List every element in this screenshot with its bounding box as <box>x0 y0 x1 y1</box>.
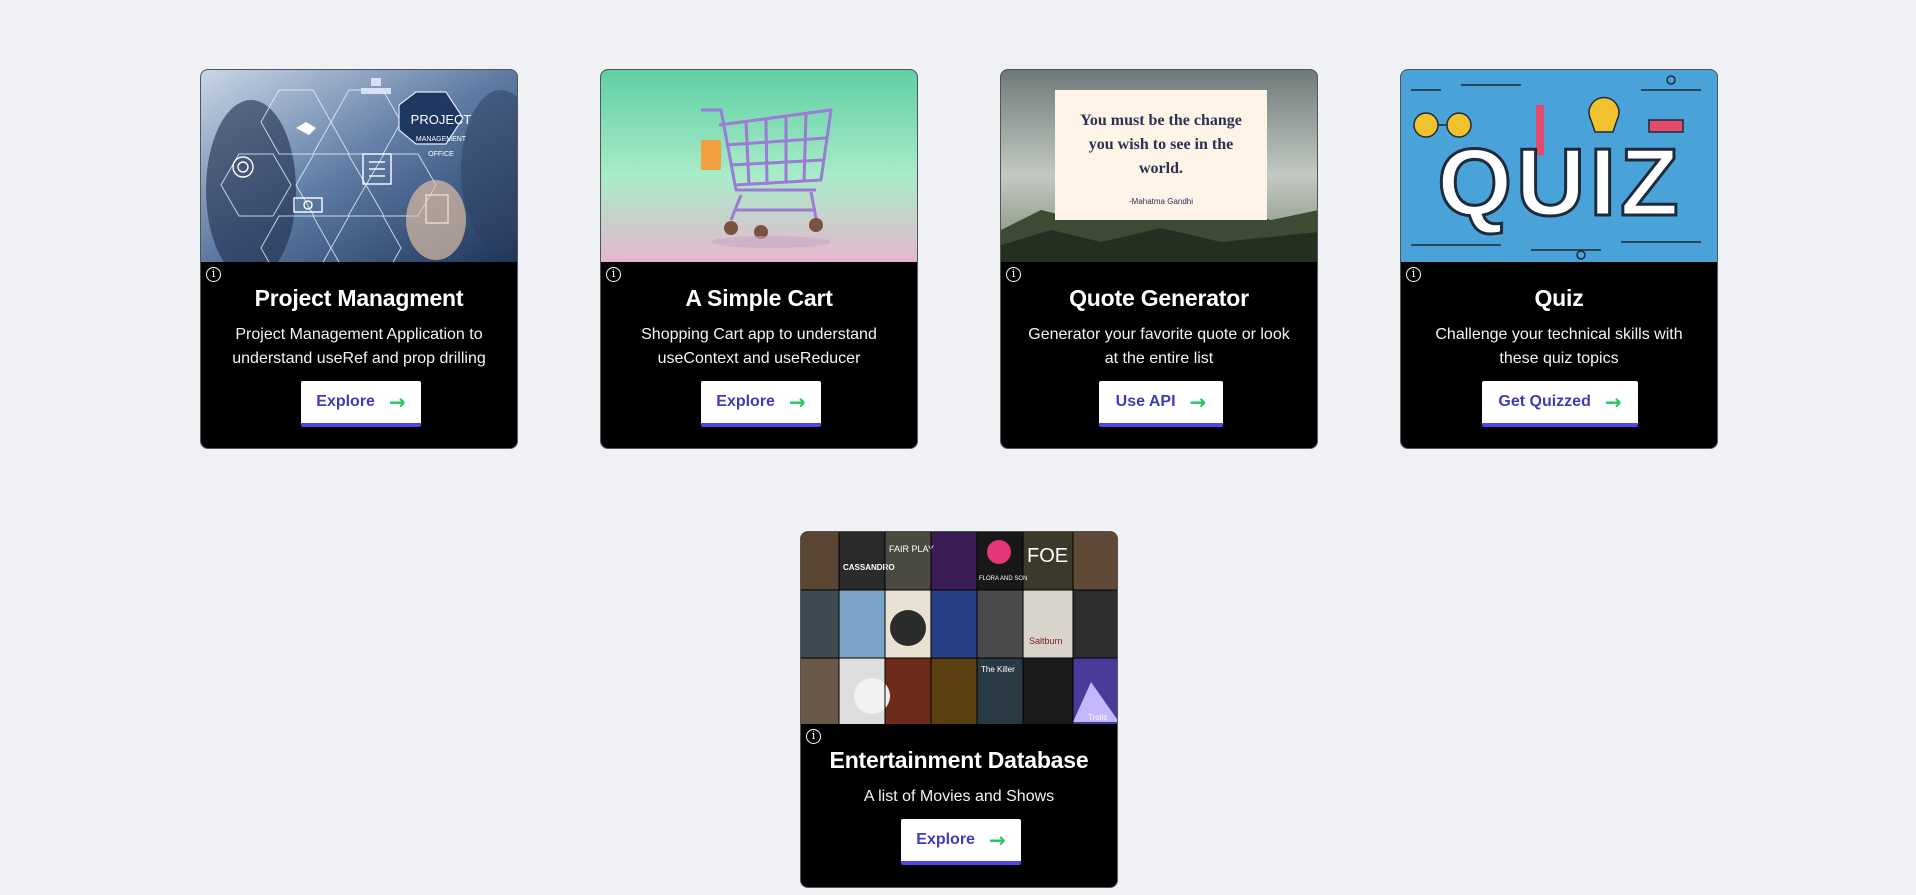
button-label: Get Quizzed <box>1498 393 1591 410</box>
quote-line-1: You must be the change <box>1080 112 1242 129</box>
movie-posters-collage-image: CASSANDRO FAIR PLAY FOE FLORA AND SON Sa… <box>801 532 1117 724</box>
quiz-image-text: QUIZ <box>1437 129 1682 236</box>
project-management-office-image: PROJECT MANAGEMENT OFFICE <box>201 70 517 262</box>
quiz-doodle-image: QUIZ <box>1401 70 1717 262</box>
poster-fair-play: FAIR PLAY <box>889 544 934 554</box>
info-icon[interactable]: i <box>1406 267 1421 282</box>
entertainment-database-card[interactable]: CASSANDRO FAIR PLAY FOE FLORA AND SON Sa… <box>800 531 1118 888</box>
simple-cart-card[interactable]: i A Simple Cart Shopping Cart app to und… <box>600 69 918 449</box>
card-description: Generator your favorite quote or look at… <box>1028 326 1290 367</box>
button-label: Use API <box>1115 393 1176 410</box>
pm-image-text-1: PROJECT <box>411 112 472 127</box>
card-description: Project Management Application to unders… <box>232 326 486 367</box>
poster-the-killer: The Killer <box>981 665 1015 674</box>
card-title: Quote Generator <box>1069 285 1249 311</box>
card-title: A Simple Cart <box>685 285 833 311</box>
poster-cassandro: CASSANDRO <box>843 563 895 572</box>
quote-line-3: world. <box>1139 160 1183 177</box>
arrow-right-icon: → <box>788 390 806 414</box>
card-description: Challenge your technical skills with the… <box>1435 326 1683 367</box>
arrow-right-icon: → <box>1189 390 1207 414</box>
info-icon[interactable]: i <box>1006 267 1021 282</box>
poster-flora-and-son: FLORA AND SON <box>979 576 1027 582</box>
explore-button[interactable]: Explore → <box>301 381 421 427</box>
card-title: Quiz <box>1534 285 1584 311</box>
project-management-card[interactable]: PROJECT MANAGEMENT OFFICE i Project Mana… <box>200 69 518 449</box>
arrow-right-icon: → <box>388 390 406 414</box>
quote-author: -Mahatma Gandhi <box>1129 197 1193 206</box>
card-title: Entertainment Database <box>829 747 1089 773</box>
info-icon[interactable]: i <box>606 267 621 282</box>
poster-saltburn: Saltburn <box>1029 636 1063 646</box>
explore-button[interactable]: Explore → <box>701 381 821 427</box>
explore-button[interactable]: Explore → <box>901 819 1021 865</box>
quote-line-2: you wish to see in the <box>1089 136 1233 153</box>
button-label: Explore <box>316 393 375 410</box>
poster-foe: FOE <box>1027 545 1068 567</box>
pm-image-text-2: MANAGEMENT <box>416 136 467 143</box>
button-label: Explore <box>716 393 775 410</box>
shopping-cart-image <box>601 70 917 262</box>
quiz-card[interactable]: QUIZ i Quiz Challenge your technical ski… <box>1400 69 1718 449</box>
card-description: A list of Movies and Shows <box>863 788 1055 805</box>
button-label: Explore <box>916 831 975 848</box>
arrow-right-icon: → <box>988 828 1006 852</box>
pm-image-text-3: OFFICE <box>428 151 454 158</box>
card-title: Project Managment <box>254 285 464 311</box>
quote-generator-card[interactable]: You must be the change you wish to see i… <box>1000 69 1318 449</box>
poster-trolls: Trolls <box>1088 713 1107 722</box>
use-api-button[interactable]: Use API → <box>1099 381 1223 427</box>
quote-card-image: You must be the change you wish to see i… <box>1001 70 1317 262</box>
info-icon[interactable]: i <box>206 267 221 282</box>
arrow-right-icon: → <box>1604 390 1622 414</box>
info-icon[interactable]: i <box>806 729 821 744</box>
card-description: Shopping Cart app to understand useConte… <box>641 326 877 367</box>
get-quizzed-button[interactable]: Get Quizzed → <box>1482 381 1638 427</box>
